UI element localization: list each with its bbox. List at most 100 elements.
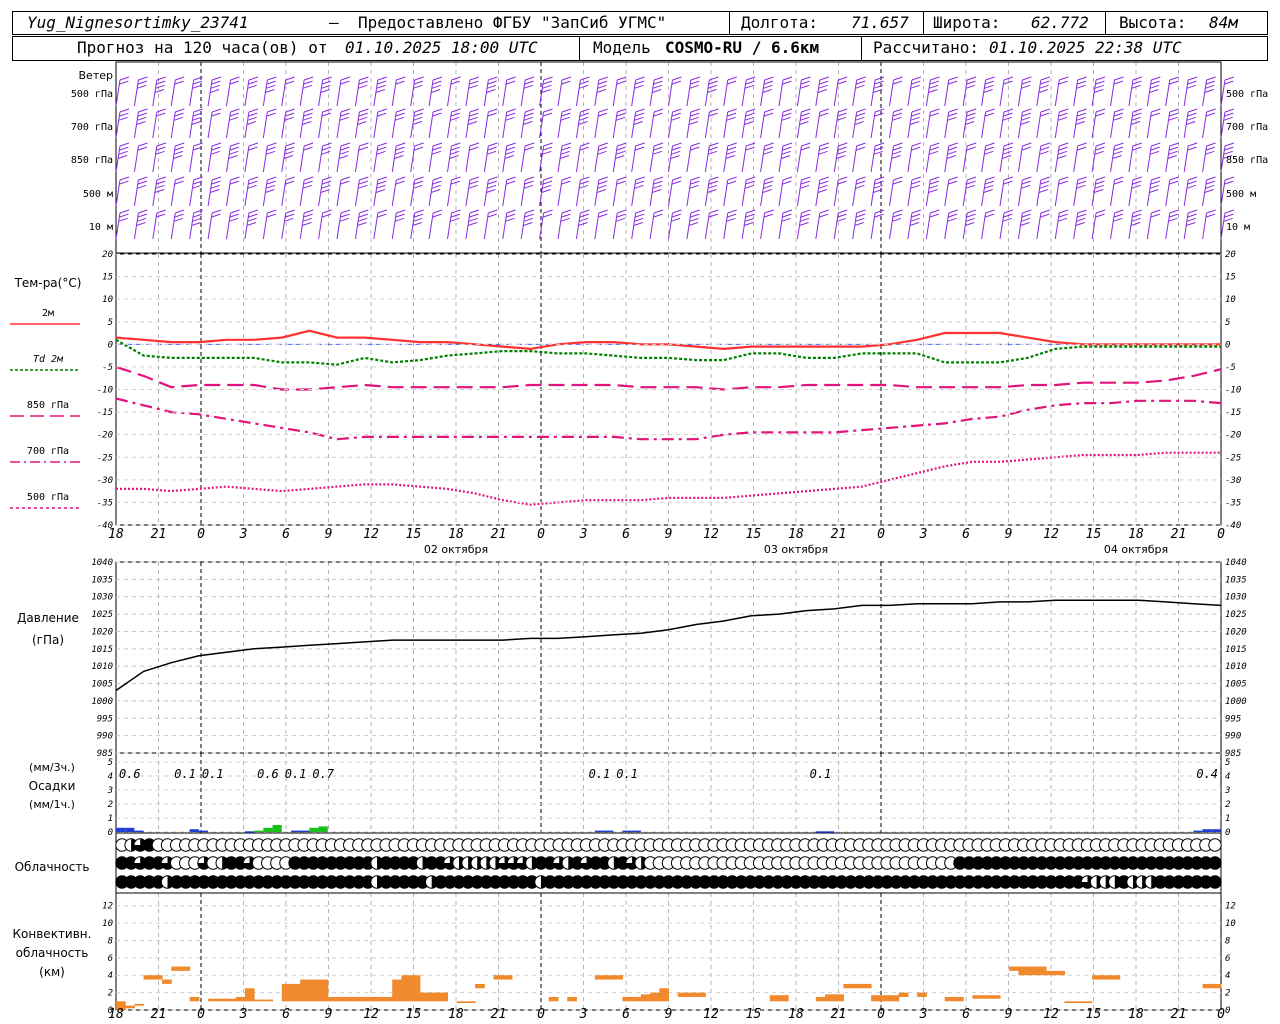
wind-barb-flag bbox=[412, 121, 422, 125]
wind-barb-flag bbox=[561, 142, 572, 147]
wind-barb-flag bbox=[1113, 146, 1124, 151]
wind-barb-flag bbox=[523, 116, 534, 121]
wind-barb-flag bbox=[469, 213, 479, 218]
wind-barb bbox=[152, 176, 166, 207]
wind-barb-flag bbox=[1149, 89, 1159, 93]
wind-barb-flag bbox=[653, 142, 664, 147]
convective-bar bbox=[419, 992, 430, 1002]
wind-barb bbox=[1183, 176, 1198, 207]
wind-barb bbox=[575, 142, 590, 173]
wind-barb-flag bbox=[377, 108, 387, 113]
wind-barb-flag bbox=[874, 180, 884, 185]
wind-barb-flag bbox=[1057, 116, 1068, 121]
wind-barb bbox=[704, 108, 719, 139]
x-tick-label: 18 bbox=[788, 1007, 804, 1022]
wind-barb-flag bbox=[745, 146, 755, 151]
wind-barb-flag bbox=[984, 213, 995, 218]
temp-y-tick: -5 bbox=[1225, 363, 1236, 373]
cloud-symbol bbox=[1208, 856, 1222, 870]
x-tick-label: 3 bbox=[579, 1007, 588, 1022]
wind-barb-flag bbox=[984, 112, 995, 117]
wind-barb-flag bbox=[893, 209, 903, 214]
wind-barb bbox=[539, 108, 553, 139]
wind-barb bbox=[373, 176, 387, 207]
wind-barb-flag bbox=[781, 217, 791, 222]
wind-barb-flag bbox=[707, 89, 717, 93]
wind-barb-flag bbox=[1205, 84, 1215, 89]
wind-barb-flag bbox=[469, 108, 480, 113]
x-tick-label: 3 bbox=[919, 1007, 928, 1022]
wind-barb-flag bbox=[689, 116, 699, 121]
wind-barb-flag bbox=[525, 108, 535, 113]
wind-barb-flag bbox=[248, 146, 258, 151]
wind-barb-flag bbox=[504, 155, 514, 159]
x-tick-label: 12 bbox=[703, 1007, 719, 1022]
wind-barb bbox=[668, 76, 682, 107]
wind-level-label: 850 гПа bbox=[1226, 155, 1268, 166]
wind-barb-flag bbox=[211, 176, 222, 181]
precip-3h-label: 0.1 bbox=[202, 767, 224, 781]
wind-barb-flag bbox=[413, 116, 423, 121]
wind-barb-flag bbox=[782, 108, 793, 113]
wind-barb-flag bbox=[173, 116, 184, 121]
precip-bar bbox=[198, 830, 209, 833]
wind-barb bbox=[299, 76, 314, 107]
convective-bar bbox=[327, 996, 338, 1002]
wind-barb-flag bbox=[136, 84, 147, 89]
wind-barb-flag bbox=[726, 217, 736, 222]
wind-barb-flag bbox=[524, 213, 534, 218]
wind-barb bbox=[1128, 209, 1143, 240]
x-tick-label: 9 bbox=[1005, 1007, 1013, 1022]
wind-barb-flag bbox=[635, 176, 645, 181]
wind-barb bbox=[133, 108, 148, 139]
wind-barb-flag bbox=[818, 84, 828, 89]
x-tick-label: 12 bbox=[363, 1007, 379, 1022]
wind-barb bbox=[483, 76, 498, 107]
wind-barb-flag bbox=[524, 180, 534, 185]
wind-barb bbox=[1091, 209, 1106, 240]
wind-barb bbox=[723, 76, 737, 107]
wind-barb-flag bbox=[598, 142, 608, 147]
wind-barb-flag bbox=[543, 108, 553, 113]
wind-barb-flag bbox=[358, 112, 368, 117]
wind-barb bbox=[852, 108, 866, 139]
wind-barb-flag bbox=[450, 80, 461, 85]
wind-barb-flag bbox=[708, 112, 718, 117]
wind-barb-flag bbox=[671, 80, 682, 85]
wind-barb-flag bbox=[486, 150, 497, 155]
convective-bar bbox=[152, 975, 163, 980]
x-tick-label: 21 bbox=[1171, 1007, 1187, 1022]
wind-barb-flag bbox=[948, 142, 958, 147]
wind-barb-flag bbox=[486, 84, 497, 89]
wind-barb-flag bbox=[412, 222, 422, 226]
wind-barb-flag bbox=[1224, 142, 1235, 147]
wind-barb-flag bbox=[782, 213, 792, 218]
wind-barb-flag bbox=[1224, 76, 1235, 81]
wind-barb-flag bbox=[432, 76, 443, 81]
wind-barb-flag bbox=[230, 76, 240, 81]
wind-barb-flag bbox=[1206, 209, 1216, 214]
x-tick-label: 3 bbox=[919, 527, 928, 542]
wind-barb bbox=[870, 108, 885, 139]
wind-barb-flag bbox=[727, 209, 737, 214]
wind-barb-flag bbox=[119, 176, 130, 181]
wind-barb-flag bbox=[1095, 112, 1105, 117]
wind-level-label: 10 м bbox=[89, 222, 113, 233]
convective-bar bbox=[594, 975, 605, 980]
wind-barb-flag bbox=[892, 217, 902, 222]
wind-barb-flag bbox=[1095, 176, 1106, 181]
convective-bar bbox=[1027, 966, 1038, 976]
pressure-y-tick: 1040 bbox=[1225, 558, 1247, 568]
precip-bar bbox=[244, 831, 255, 833]
wind-barb bbox=[1054, 142, 1069, 173]
wind-barb-flag bbox=[118, 150, 128, 155]
wind-barb-flag bbox=[1020, 222, 1030, 226]
wind-barb-flag bbox=[892, 180, 903, 185]
convective-bar bbox=[171, 966, 181, 971]
wind-barb-flag bbox=[984, 150, 994, 155]
wind-barb-flag bbox=[1022, 176, 1032, 181]
temp-series-line bbox=[115, 329, 1221, 351]
wind-barb bbox=[318, 76, 332, 107]
wind-barb-flag bbox=[1095, 213, 1105, 218]
convective-y-tick: 6 bbox=[1225, 954, 1230, 964]
